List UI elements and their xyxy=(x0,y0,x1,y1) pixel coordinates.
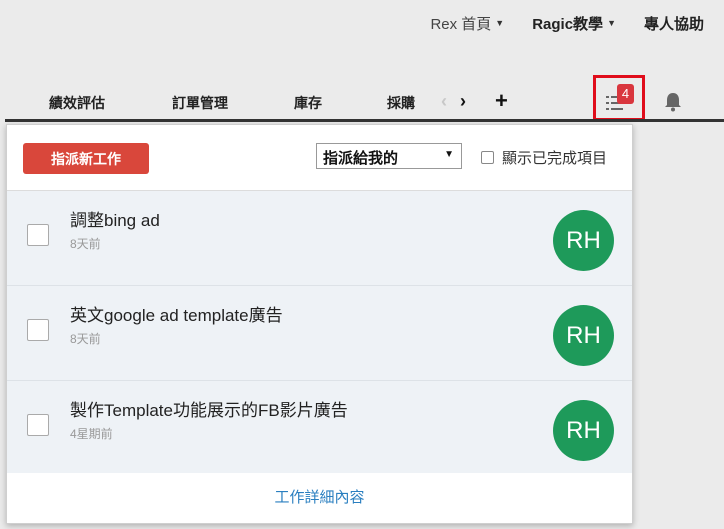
task-filter-value: 指派給我的 xyxy=(323,150,399,167)
tab-orders[interactable]: 訂單管理 xyxy=(172,93,228,113)
home-menu[interactable]: Rex 首頁 ▼ xyxy=(430,13,504,34)
task-panel: 指派新工作 指派給我的 ▼ 顯示已完成項目 調整bing ad 8天前 RH 英… xyxy=(6,124,633,524)
chevron-down-icon: ▼ xyxy=(607,18,616,28)
task-item[interactable]: 英文google ad template廣告 8天前 RH xyxy=(7,286,632,381)
support-label: 專人協助 xyxy=(643,15,704,33)
avatar: RH xyxy=(553,400,614,461)
tab-scroll-left-icon[interactable]: ‹ xyxy=(441,91,447,112)
task-details-link[interactable]: 工作詳細內容 xyxy=(7,473,632,523)
home-menu-label: Rex 首頁 xyxy=(430,15,492,33)
tab-inventory[interactable]: 庫存 xyxy=(294,93,322,113)
tab-scroll-right-icon[interactable]: › xyxy=(460,91,466,112)
add-tab-icon[interactable]: + xyxy=(495,88,508,114)
avatar: RH xyxy=(553,210,614,271)
support-link[interactable]: 專人協助 xyxy=(644,13,704,34)
task-time: 8天前 xyxy=(70,237,101,251)
task-complete-checkbox[interactable] xyxy=(27,319,49,341)
show-completed-label: 顯示已完成項目 xyxy=(502,150,608,167)
task-item[interactable]: 調整bing ad 8天前 RH xyxy=(7,191,632,286)
chevron-down-icon: ▼ xyxy=(495,18,505,28)
task-title[interactable]: 製作Template功能展示的FB影片廣告 xyxy=(70,396,348,421)
task-time: 4星期前 xyxy=(70,427,113,441)
task-list-button[interactable]: 4 xyxy=(593,75,645,121)
avatar: RH xyxy=(553,305,614,366)
ragic-tutorial-label: Ragic教學 xyxy=(532,15,604,33)
top-nav: Rex 首頁 ▼ Ragic教學 ▼ 專人協助 xyxy=(430,12,704,34)
task-item[interactable]: 製作Template功能展示的FB影片廣告 4星期前 RH xyxy=(7,381,632,476)
task-title[interactable]: 英文google ad template廣告 xyxy=(70,301,283,326)
dropdown-arrow-icon: ▼ xyxy=(444,149,454,160)
tab-performance[interactable]: 績效評估 xyxy=(49,93,105,113)
tab-bar-underline xyxy=(5,119,724,122)
task-count-badge: 4 xyxy=(617,84,634,104)
task-complete-checkbox[interactable] xyxy=(27,414,49,436)
task-title[interactable]: 調整bing ad xyxy=(70,206,160,231)
tab-bar: 績效評估 訂單管理 庫存 採購 ‹ › + 4 xyxy=(0,75,724,122)
task-complete-checkbox[interactable] xyxy=(27,224,49,246)
assign-new-task-button[interactable]: 指派新工作 xyxy=(23,143,149,174)
task-panel-header: 指派新工作 指派給我的 ▼ 顯示已完成項目 xyxy=(7,125,632,191)
ragic-tutorial-menu[interactable]: Ragic教學 ▼ xyxy=(532,13,616,34)
task-time: 8天前 xyxy=(70,332,101,346)
show-completed-toggle[interactable]: 顯示已完成項目 xyxy=(481,147,607,168)
bell-icon[interactable] xyxy=(664,92,682,112)
tab-purchasing[interactable]: 採購 xyxy=(387,93,415,113)
task-filter-select[interactable]: 指派給我的 ▼ xyxy=(316,143,462,169)
show-completed-checkbox[interactable] xyxy=(481,151,494,164)
